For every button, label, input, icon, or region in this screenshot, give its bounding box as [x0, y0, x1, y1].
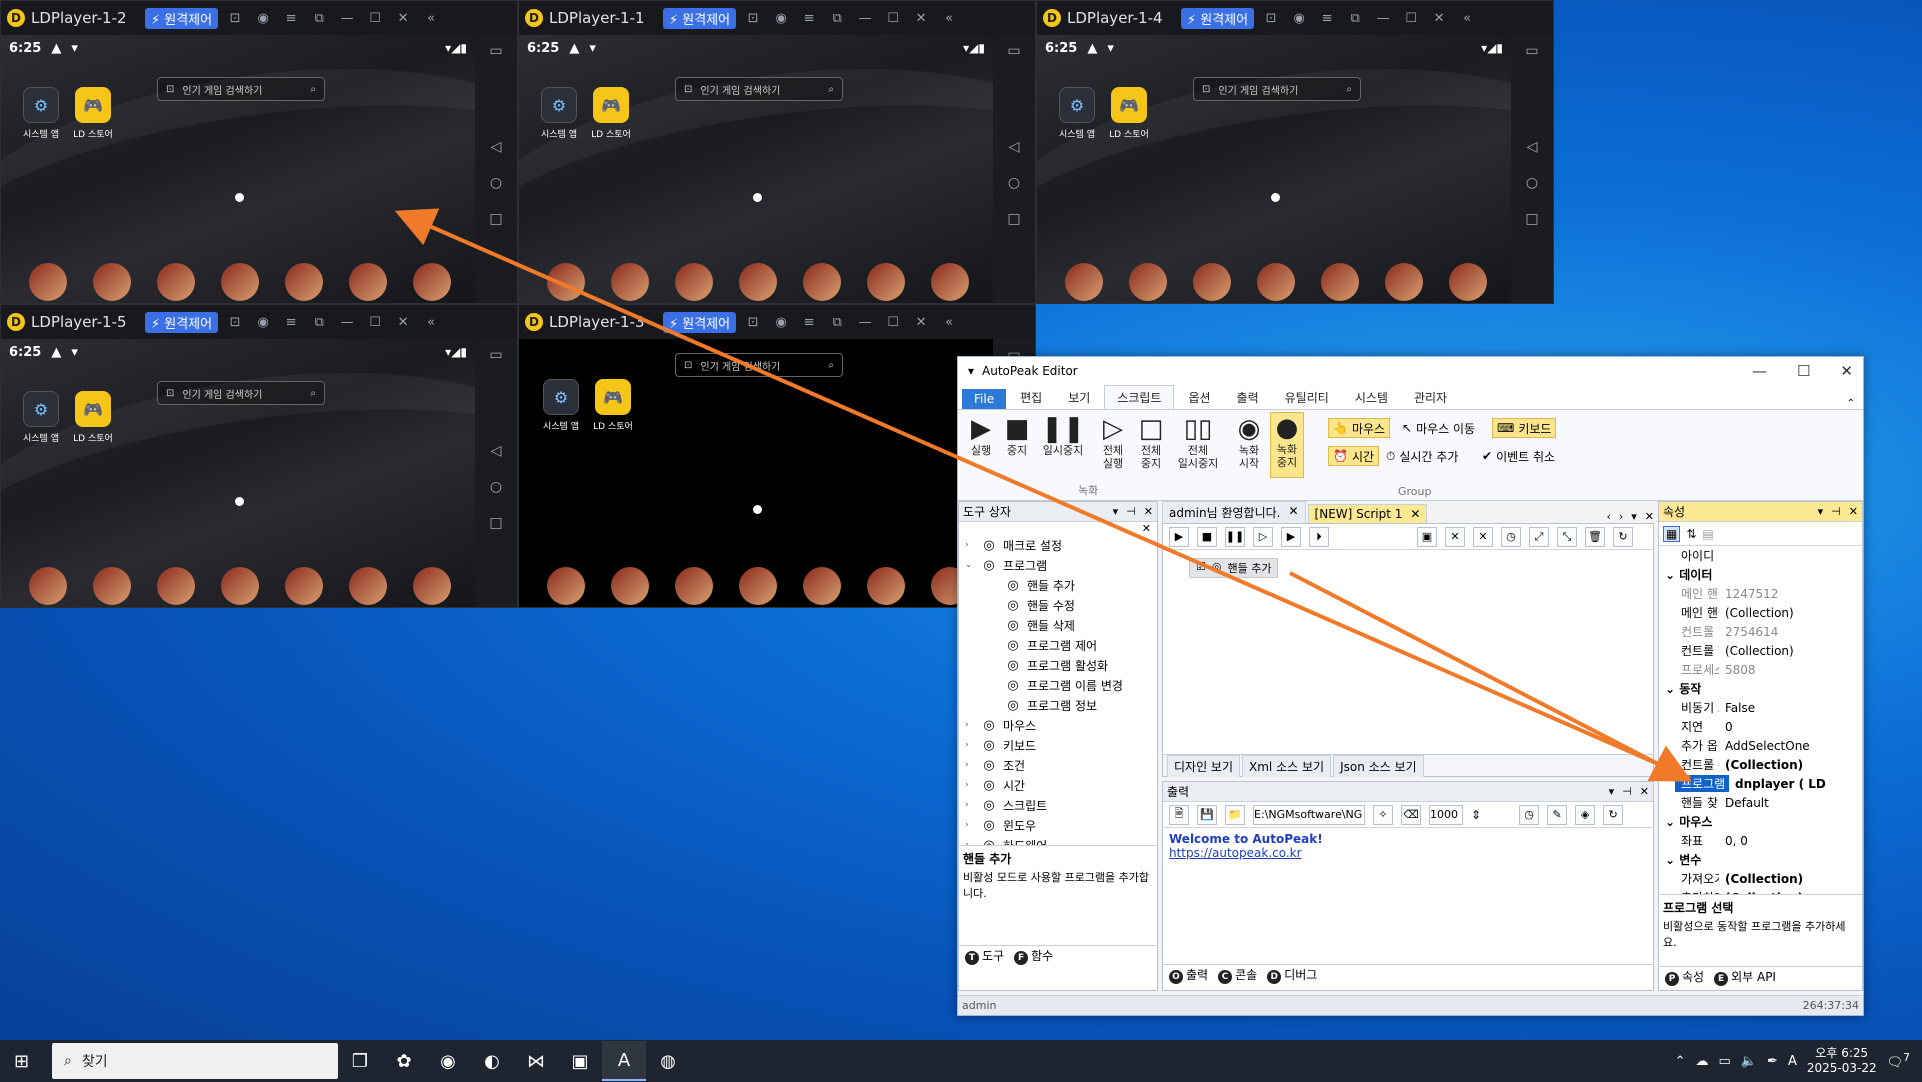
- network-icon[interactable]: ▭: [1719, 1054, 1731, 1069]
- chevron-up-icon[interactable]: ⌃: [1675, 1054, 1686, 1069]
- pen-icon[interactable]: ✒: [1767, 1054, 1778, 1069]
- kakaotalk-icon[interactable]: ▣: [558, 1041, 602, 1081]
- autopeak-taskbar-icon[interactable]: A: [602, 1041, 646, 1081]
- clock[interactable]: 오후 6:25 2025-03-22: [1807, 1046, 1877, 1076]
- taskbar: ⊞ ⌕ 찾기 ❐ ✿ ◉ ◐ ⋈ ▣ A ◍ ⌃ ☁ ▭ 🔈 ✒ A 오후 6:2…: [0, 1040, 1922, 1082]
- windows-start-icon[interactable]: ⊞: [14, 1051, 29, 1072]
- taskbar-search[interactable]: ⌕ 찾기: [52, 1043, 338, 1079]
- annotation-arrows: [394, 208, 1693, 782]
- chrome-icon[interactable]: ◉: [426, 1041, 470, 1081]
- cloud-icon[interactable]: ☁: [1696, 1054, 1709, 1069]
- copilot-icon[interactable]: ✿: [382, 1041, 426, 1081]
- volume-icon[interactable]: 🔈: [1741, 1054, 1757, 1069]
- ime-icon[interactable]: A: [1788, 1054, 1797, 1069]
- edge-icon[interactable]: ◐: [470, 1041, 514, 1081]
- notification-icon[interactable]: 🗨7: [1887, 1051, 1910, 1070]
- task-view-icon[interactable]: ❐: [338, 1041, 382, 1081]
- ldplayer-taskbar-icon[interactable]: ◍: [646, 1041, 690, 1081]
- search-icon: ⌕: [64, 1053, 72, 1069]
- system-tray: ⌃ ☁ ▭ 🔈 ✒ A 오후 6:25 2025-03-22 🗨7: [1675, 1046, 1922, 1076]
- arrow-to-emulator: [394, 208, 1691, 780]
- arrow-to-property: [1289, 571, 1693, 782]
- visual-studio-icon[interactable]: ⋈: [514, 1041, 558, 1081]
